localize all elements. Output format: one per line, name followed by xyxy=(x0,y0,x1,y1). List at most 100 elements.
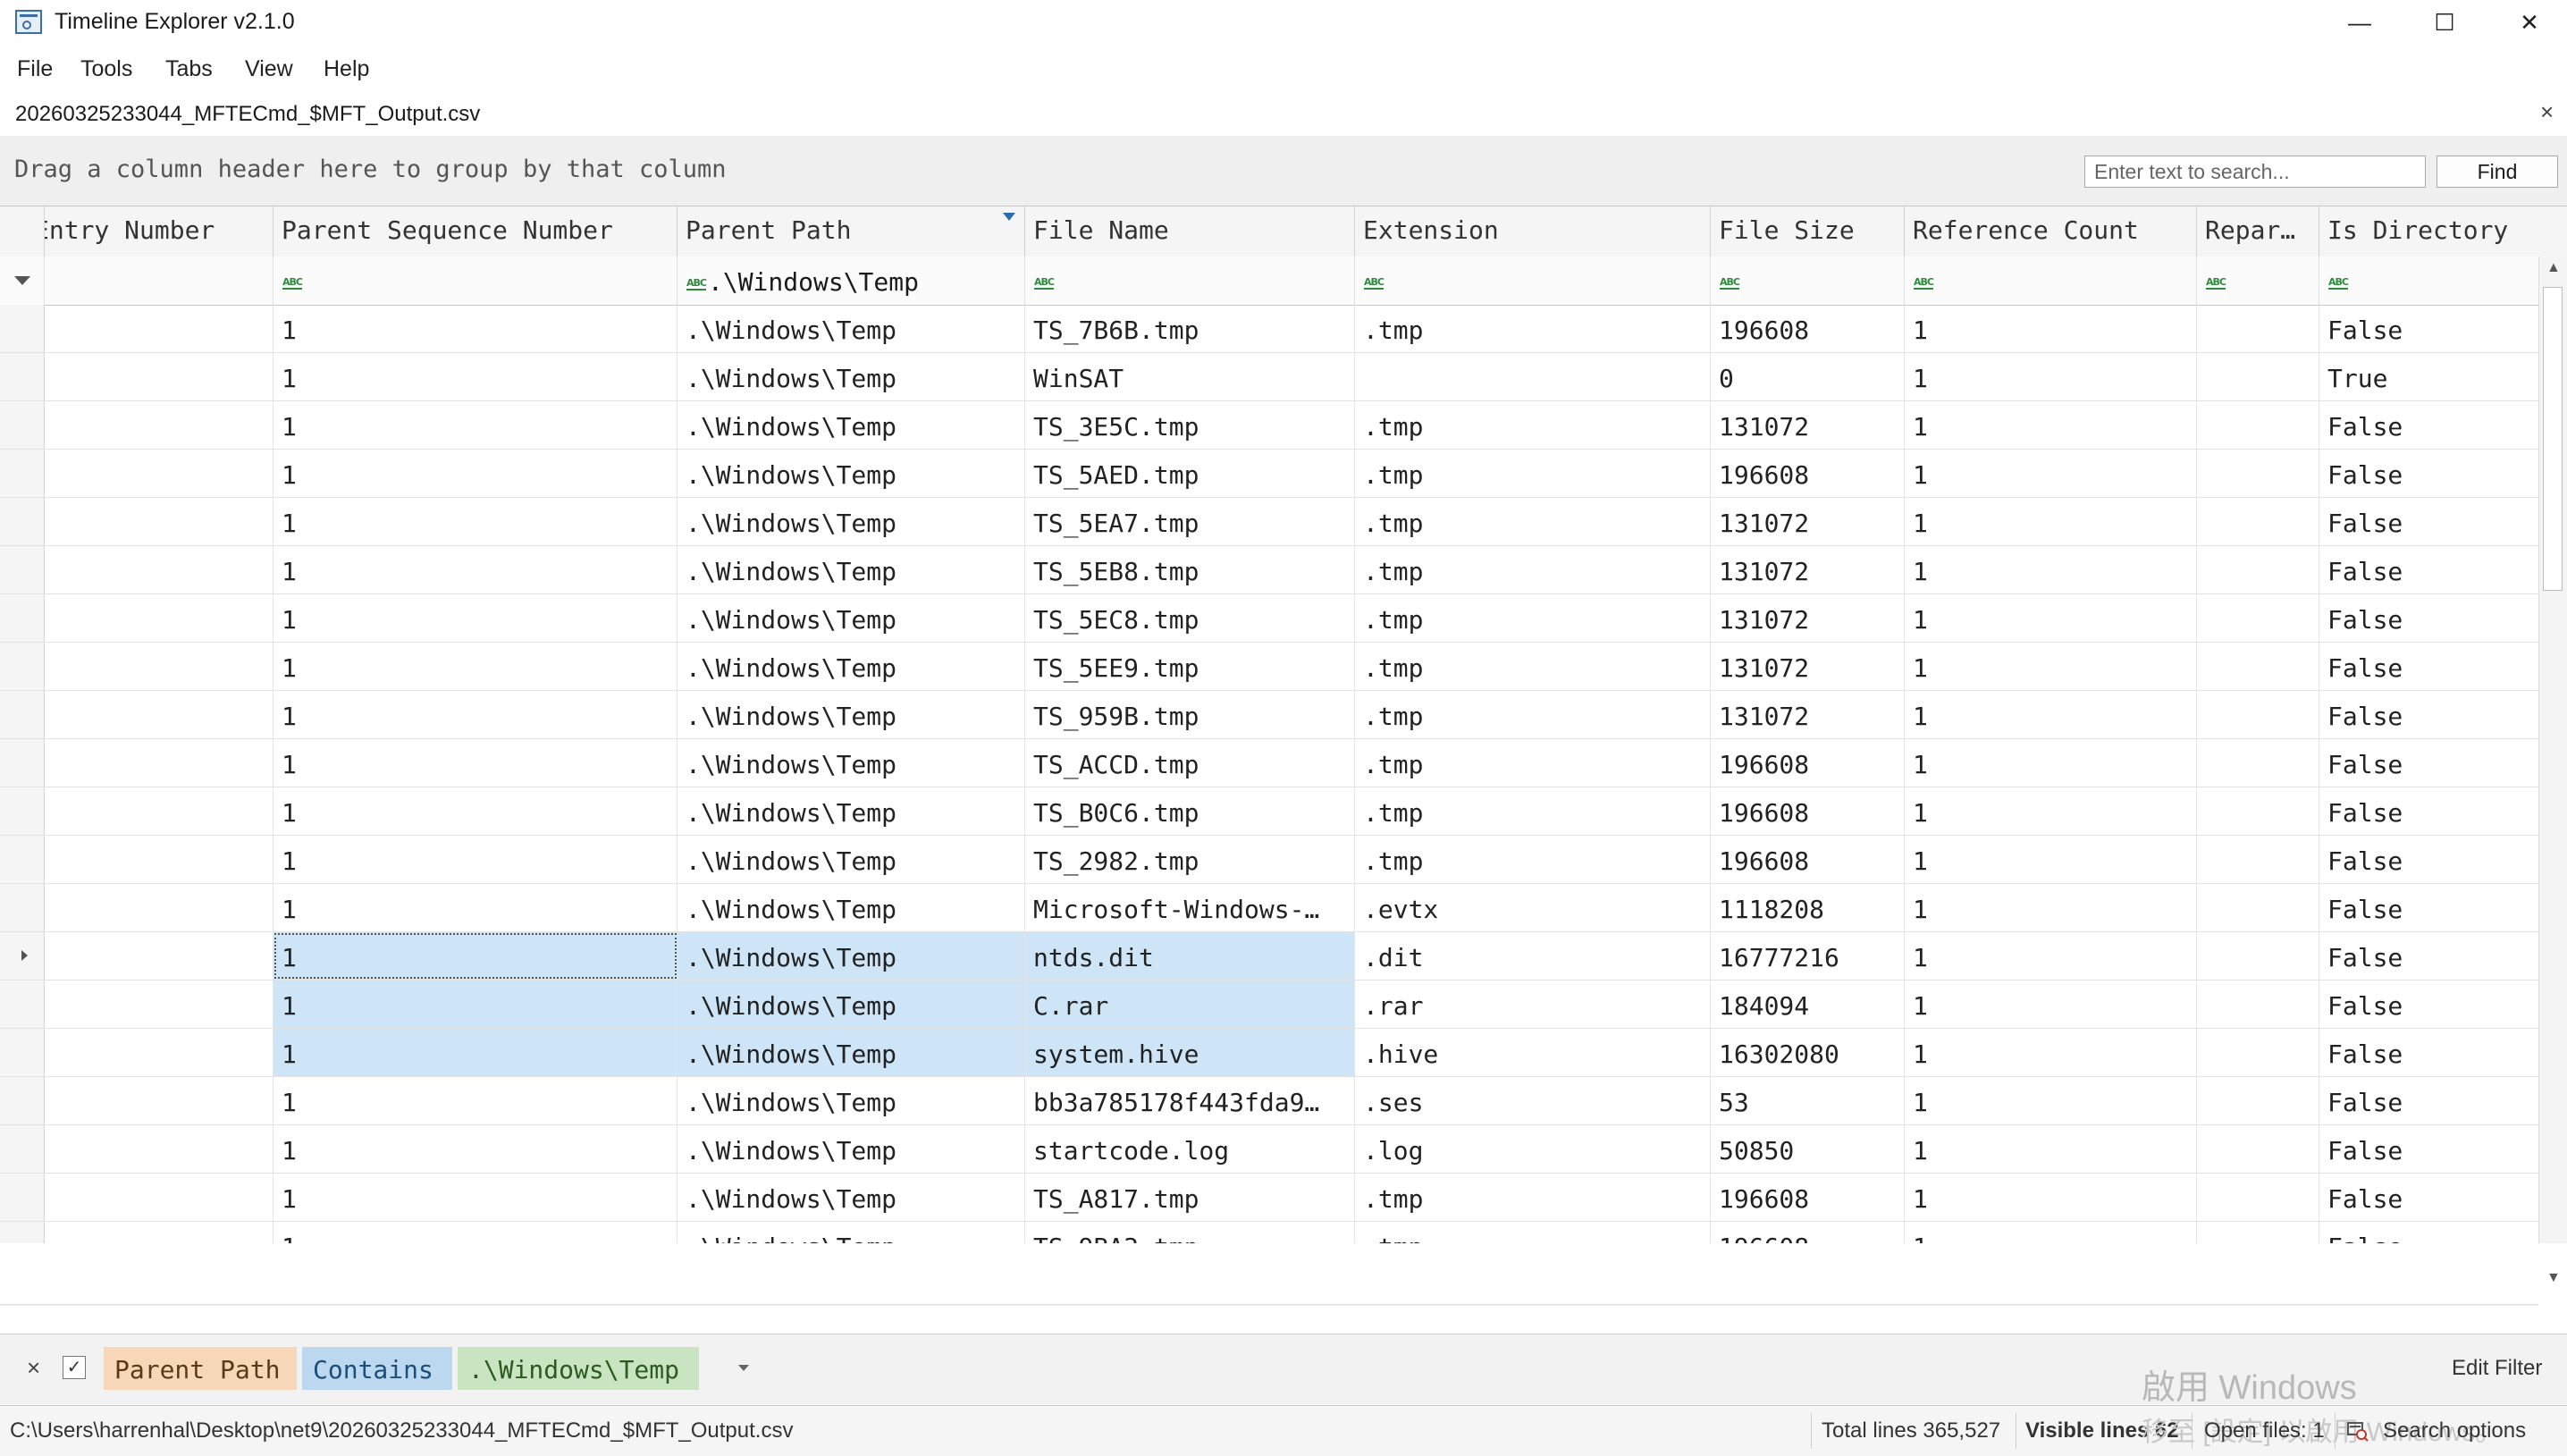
search-input[interactable] xyxy=(2084,156,2426,188)
table-row[interactable]: 1 .\Windows\Temp TS_5EA7.tmp .tmp 131072 1 Fal… xyxy=(0,498,2538,546)
cell-extension[interactable]: .tmp xyxy=(1355,643,1711,690)
cell-reparse[interactable] xyxy=(2197,353,2319,400)
cell-entry-number[interactable] xyxy=(45,353,274,400)
cell-entry-number[interactable] xyxy=(45,643,274,690)
cell-file-size[interactable]: 16777216 xyxy=(1711,932,1905,980)
row-indicator[interactable] xyxy=(0,643,45,690)
cell-parent-path[interactable]: .\Windows\Temp xyxy=(678,691,1025,738)
cell-entry-number[interactable] xyxy=(45,305,274,352)
cell-parent-sequence-number[interactable]: 1 xyxy=(274,643,678,690)
cell-extension[interactable]: .log xyxy=(1355,1125,1711,1173)
cell-extension[interactable]: .tmp xyxy=(1355,739,1711,787)
cell-reparse[interactable] xyxy=(2197,546,2319,593)
table-row[interactable]: 1 .\Windows\Temp C.rar .rar 184094 1 False xyxy=(0,980,2538,1029)
cell-reparse[interactable] xyxy=(2197,980,2319,1028)
cell-is-directory[interactable]: False xyxy=(2319,1125,2538,1173)
cell-is-directory[interactable]: False xyxy=(2319,836,2538,883)
cell-file-name[interactable]: TS_3E5C.tmp xyxy=(1025,401,1355,449)
scroll-up-icon[interactable]: ▲ xyxy=(2546,260,2561,276)
cell-file-size[interactable]: 131072 xyxy=(1711,498,1905,545)
row-indicator[interactable] xyxy=(0,932,45,980)
cell-reference-count[interactable]: 1 xyxy=(1905,980,2197,1028)
enable-filter-checkbox[interactable]: ✓ xyxy=(63,1356,86,1379)
cell-reference-count[interactable]: 1 xyxy=(1905,450,2197,497)
cell-parent-sequence-number[interactable]: 1 xyxy=(274,884,678,931)
cell-reference-count[interactable]: 1 xyxy=(1905,546,2197,593)
cell-entry-number[interactable] xyxy=(45,932,274,980)
cell-reference-count[interactable]: 1 xyxy=(1905,739,2197,787)
column-header-extension[interactable]: Extension xyxy=(1355,206,1711,257)
cell-parent-path[interactable]: .\Windows\Temp xyxy=(678,1222,1025,1243)
cell-reparse[interactable] xyxy=(2197,450,2319,497)
cell-parent-sequence-number[interactable]: 1 xyxy=(274,932,678,980)
cell-extension[interactable]: .tmp xyxy=(1355,691,1711,738)
cell-reparse[interactable] xyxy=(2197,498,2319,545)
table-row[interactable]: 1 .\Windows\Temp TS_5AED.tmp .tmp 196608 1 Fal… xyxy=(0,450,2538,498)
cell-parent-path[interactable]: .\Windows\Temp xyxy=(678,450,1025,497)
cell-entry-number[interactable] xyxy=(45,980,274,1028)
row-indicator[interactable] xyxy=(0,739,45,787)
table-row[interactable]: 1 .\Windows\Temp TS_5EE9.tmp .tmp 131072 1 Fal… xyxy=(0,643,2538,691)
cell-extension[interactable]: .tmp xyxy=(1355,1174,1711,1221)
cell-file-size[interactable]: 196608 xyxy=(1711,305,1905,352)
cell-entry-number[interactable] xyxy=(45,1174,274,1221)
cell-reparse[interactable] xyxy=(2197,401,2319,449)
find-button[interactable]: Find xyxy=(2437,156,2558,188)
cell-reparse[interactable] xyxy=(2197,884,2319,931)
cell-parent-path[interactable]: .\Windows\Temp xyxy=(678,1125,1025,1173)
cell-parent-path[interactable]: .\Windows\Temp xyxy=(678,401,1025,449)
cell-entry-number[interactable] xyxy=(45,1125,274,1173)
filter-history-dropdown-icon[interactable] xyxy=(738,1365,749,1371)
cell-extension[interactable]: .tmp xyxy=(1355,305,1711,352)
cell-is-directory[interactable]: False xyxy=(2319,1174,2538,1221)
cell-extension[interactable]: .hive xyxy=(1355,1029,1711,1076)
row-indicator[interactable] xyxy=(0,787,45,835)
row-indicator[interactable] xyxy=(0,546,45,593)
cell-parent-path[interactable]: .\Windows\Temp xyxy=(678,932,1025,980)
cell-file-name[interactable]: TS_5EC8.tmp xyxy=(1025,594,1355,642)
cell-parent-sequence-number[interactable]: 1 xyxy=(274,1222,678,1243)
cell-entry-number[interactable] xyxy=(45,1222,274,1243)
cell-reparse[interactable] xyxy=(2197,643,2319,690)
row-indicator[interactable] xyxy=(0,1222,45,1243)
cell-file-name[interactable]: TS_B0C6.tmp xyxy=(1025,787,1355,835)
cell-is-directory[interactable]: False xyxy=(2319,980,2538,1028)
cell-parent-path[interactable]: .\Windows\Temp xyxy=(678,305,1025,352)
cell-reparse[interactable] xyxy=(2197,594,2319,642)
table-row[interactable]: 1 .\Windows\Temp TS_3E5C.tmp .tmp 131072 1 Fal… xyxy=(0,401,2538,450)
column-header-file-name[interactable]: File Name xyxy=(1025,206,1355,257)
cell-parent-sequence-number[interactable]: 1 xyxy=(274,739,678,787)
search-options-link[interactable]: Search options xyxy=(2383,1418,2526,1443)
cell-file-name[interactable]: ntds.dit xyxy=(1025,932,1355,980)
cell-entry-number[interactable] xyxy=(45,691,274,738)
tab-csv-file[interactable]: 20260325233044_MFTECmd_$MFT_Output.csv xyxy=(15,102,480,127)
table-row[interactable]: 1 .\Windows\Temp ntds.dit .dit 16777216 1 Fals… xyxy=(0,932,2538,980)
cell-parent-path[interactable]: .\Windows\Temp xyxy=(678,353,1025,400)
filter-cell-reference-count[interactable]: ABC xyxy=(1905,257,2197,305)
cell-file-size[interactable]: 53 xyxy=(1711,1077,1905,1124)
cell-is-directory[interactable]: False xyxy=(2319,787,2538,835)
edit-filter-link[interactable]: Edit Filter xyxy=(2452,1356,2542,1381)
cell-file-size[interactable]: 50850 xyxy=(1711,1125,1905,1173)
cell-reference-count[interactable]: 1 xyxy=(1905,401,2197,449)
cell-parent-path[interactable]: .\Windows\Temp xyxy=(678,836,1025,883)
cell-reparse[interactable] xyxy=(2197,691,2319,738)
cell-parent-path[interactable]: .\Windows\Temp xyxy=(678,594,1025,642)
cell-file-size[interactable]: 196608 xyxy=(1711,739,1905,787)
cell-reparse[interactable] xyxy=(2197,305,2319,352)
cell-reparse[interactable] xyxy=(2197,1029,2319,1076)
cell-extension[interactable]: .tmp xyxy=(1355,787,1711,835)
cell-file-name[interactable]: TS_7B6B.tmp xyxy=(1025,305,1355,352)
cell-parent-path[interactable]: .\Windows\Temp xyxy=(678,546,1025,593)
cell-reference-count[interactable]: 1 xyxy=(1905,836,2197,883)
row-indicator[interactable] xyxy=(0,594,45,642)
cell-parent-sequence-number[interactable]: 1 xyxy=(274,691,678,738)
cell-file-size[interactable]: 131072 xyxy=(1711,643,1905,690)
cell-file-name[interactable]: system.hive xyxy=(1025,1029,1355,1076)
cell-extension[interactable]: .tmp xyxy=(1355,836,1711,883)
cell-file-size[interactable]: 131072 xyxy=(1711,594,1905,642)
cell-reparse[interactable] xyxy=(2197,836,2319,883)
cell-file-size[interactable]: 196608 xyxy=(1711,450,1905,497)
cell-is-directory[interactable]: False xyxy=(2319,401,2538,449)
cell-entry-number[interactable] xyxy=(45,546,274,593)
